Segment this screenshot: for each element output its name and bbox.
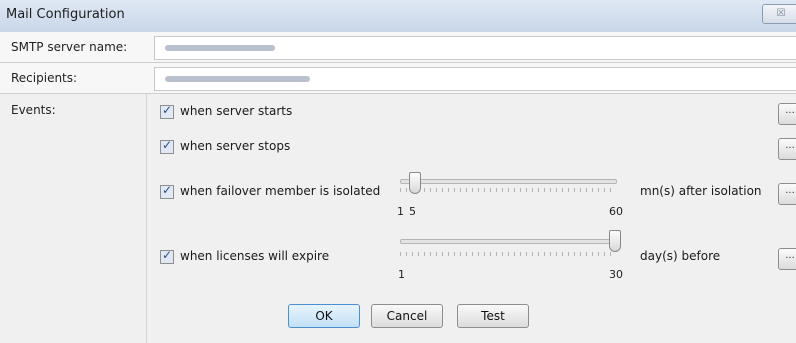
recipients-value-redacted: [165, 76, 310, 82]
failover-slider-value: 5: [409, 205, 416, 218]
license-more-button[interactable]: ...: [778, 248, 796, 270]
title-bar: Mail Configuration ☒: [0, 0, 796, 33]
server-stops-more-button[interactable]: ...: [778, 138, 796, 160]
cancel-button[interactable]: Cancel: [371, 304, 443, 328]
events-label: Events:: [11, 103, 56, 117]
smtp-row: SMTP server name:: [0, 32, 796, 63]
license-slider-track[interactable]: [400, 239, 617, 244]
failover-slider-thumb[interactable]: [408, 172, 421, 194]
failover-more-button[interactable]: ...: [778, 183, 796, 205]
licenses-expire-checkbox[interactable]: [160, 248, 174, 264]
recipients-label: Recipients:: [11, 71, 78, 85]
license-slider-ticks: [400, 252, 615, 256]
recipients-row: Recipients:: [0, 63, 796, 94]
failover-slider-max: 60: [609, 205, 623, 218]
window-title: Mail Configuration: [6, 7, 125, 22]
licenses-expire-label: when licenses will expire: [180, 249, 330, 263]
smtp-value-redacted: [165, 45, 275, 51]
license-slider-thumb[interactable]: [609, 230, 621, 252]
license-slider-min: 1: [398, 268, 405, 281]
failover-unit-label: mn(s) after isolation: [640, 184, 762, 198]
failover-isolated-checkbox[interactable]: [160, 183, 174, 199]
close-icon[interactable]: ☒: [762, 4, 796, 24]
failover-slider-ticks: [400, 188, 615, 192]
server-starts-checkbox[interactable]: [160, 103, 174, 119]
license-unit-label: day(s) before: [640, 249, 721, 263]
recipients-input[interactable]: [154, 67, 796, 91]
failover-isolated-label: when failover member is isolated: [180, 184, 381, 198]
server-stops-label: when server stops: [180, 139, 291, 153]
server-stops-checkbox[interactable]: [160, 138, 174, 154]
smtp-server-input[interactable]: [154, 36, 796, 60]
ok-button[interactable]: OK: [288, 304, 360, 328]
test-button[interactable]: Test: [457, 304, 529, 328]
failover-slider-min: 1: [397, 205, 404, 218]
license-slider-max: 30: [609, 268, 623, 281]
server-starts-label: when server starts: [180, 104, 293, 118]
failover-slider-track[interactable]: [400, 179, 617, 184]
server-starts-more-button[interactable]: ...: [778, 103, 796, 125]
smtp-label: SMTP server name:: [11, 40, 128, 54]
